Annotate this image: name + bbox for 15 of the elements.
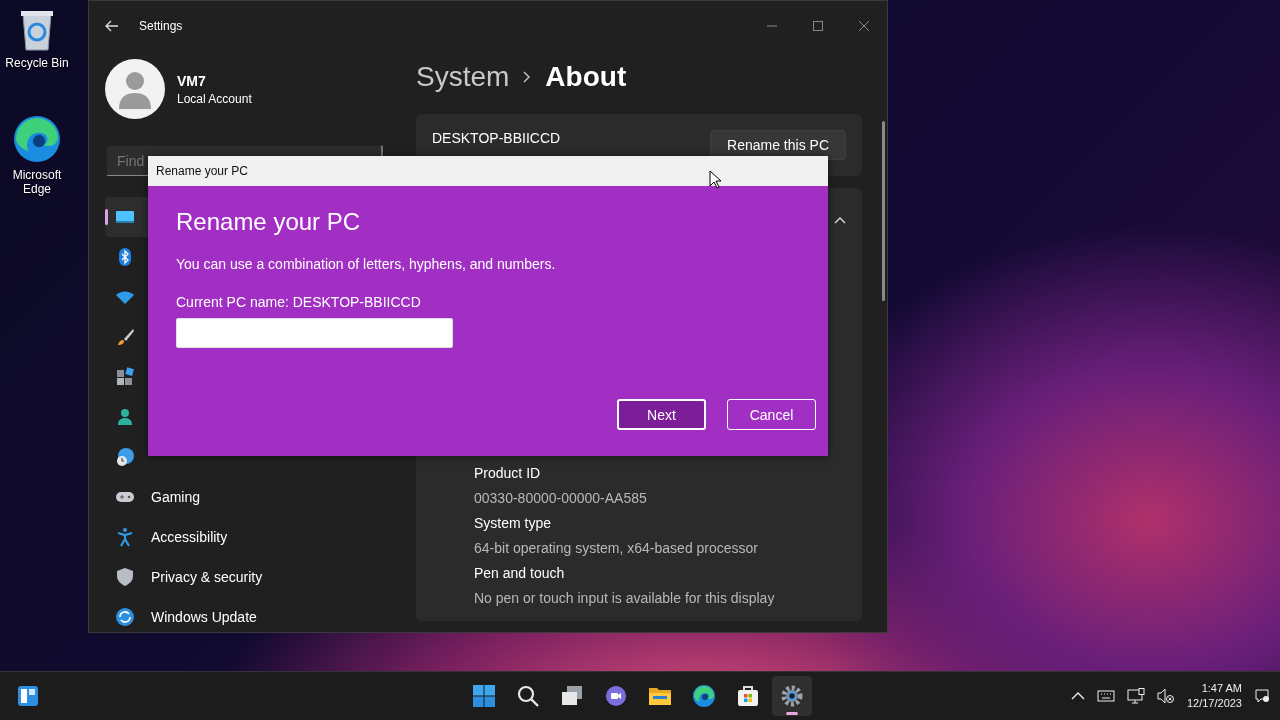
dialog-description: You can use a combination of letters, hyphens, and numbers. [176, 256, 556, 272]
user-name: VM7 [177, 72, 207, 89]
dialog-title: Rename your PC [148, 156, 828, 186]
dialog-heading: Rename your PC [176, 208, 361, 236]
current-name-label: Current PC name: DESKTOP-BBIICCD [176, 294, 421, 310]
window-title: Settings [139, 19, 183, 33]
page-title: About [545, 61, 627, 93]
device-name: DESKTOP-BBIICCD [432, 130, 561, 146]
spec-value: 64-bit operating system, x64-based processor [474, 539, 760, 558]
spec-label: Pen and touch [474, 564, 566, 583]
account-type: Local Account [177, 91, 252, 106]
spec-value: 00330-80000-00000-AA585 [474, 489, 648, 508]
spec-label: System type [474, 514, 553, 533]
spec-value: No pen or touch input is available for this display [474, 589, 776, 608]
spec-label: Product ID [474, 464, 542, 483]
